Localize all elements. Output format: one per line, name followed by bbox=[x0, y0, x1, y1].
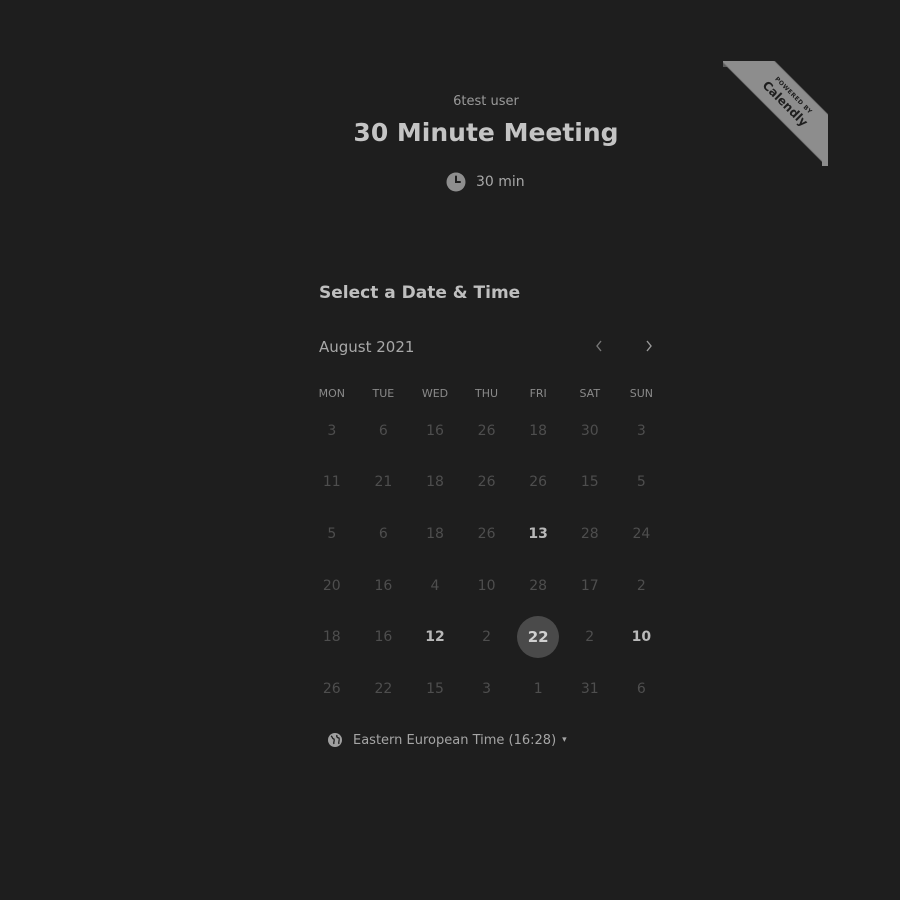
event-duration: 30 min bbox=[446, 172, 525, 192]
calendar-day: 16 bbox=[374, 577, 393, 594]
calendar-day: 15 bbox=[426, 680, 444, 697]
calendar-day: 16 bbox=[374, 629, 393, 646]
calendar-day: 17 bbox=[580, 577, 599, 594]
next-month-button[interactable] bbox=[639, 336, 659, 356]
calendar-day: 26 bbox=[322, 680, 341, 697]
calendar-day: 2 bbox=[585, 629, 595, 646]
calendar-day: 5 bbox=[636, 474, 646, 491]
calendar-day: 3 bbox=[482, 680, 492, 697]
calendar-day: 6 bbox=[378, 525, 388, 542]
month-label: August 2021 bbox=[319, 338, 415, 356]
calendar-day: 20 bbox=[322, 577, 341, 594]
powered-by-calendly-ribbon[interactable]: POWERED BY Calendly bbox=[723, 61, 828, 166]
calendar-day: 18 bbox=[322, 629, 341, 646]
calendar-day: 6 bbox=[378, 422, 388, 439]
calendar-day: 2 bbox=[482, 629, 492, 646]
calendar-day-available[interactable]: 13 bbox=[512, 508, 564, 560]
prev-month-button[interactable] bbox=[589, 336, 609, 356]
timezone-selector[interactable]: Eastern European Time (16:28) ▾ bbox=[327, 732, 567, 748]
calendar-day: 4 bbox=[430, 577, 440, 594]
calendar-day: 18 bbox=[426, 474, 444, 491]
calendar-day: 28 bbox=[529, 577, 548, 594]
calendar-day: 3 bbox=[327, 422, 337, 439]
picker-heading: Select a Date & Time bbox=[319, 283, 521, 303]
calendar-day: 22 bbox=[374, 680, 393, 697]
chevron-right-icon bbox=[646, 340, 652, 352]
calendar-day: 16 bbox=[426, 422, 444, 439]
calendar-day: 10 bbox=[477, 577, 496, 594]
calendar-day: 1 bbox=[533, 680, 543, 697]
weekday-thu: THU bbox=[475, 387, 499, 400]
calendar-day: 15 bbox=[580, 474, 599, 491]
timezone-caret: ▾ bbox=[562, 735, 567, 745]
weekday-tue: TUE bbox=[372, 387, 395, 400]
weekday-fri: FRI bbox=[529, 387, 547, 400]
duration-label: 30 min bbox=[476, 174, 525, 190]
calendar-day: 21 bbox=[374, 474, 393, 491]
clock-icon bbox=[446, 172, 466, 192]
calendar-day-available[interactable]: 12 bbox=[409, 611, 461, 663]
calendar-day: 26 bbox=[477, 422, 496, 439]
calendar-day: 24 bbox=[632, 525, 651, 542]
calendar-day: 18 bbox=[426, 525, 444, 542]
globe-icon bbox=[328, 733, 342, 747]
weekday-wed: WED bbox=[421, 387, 449, 400]
calendar-day-available[interactable]: 10 bbox=[616, 611, 668, 663]
calendar-grid: 3 6 16 26 18 30 3 11 21 18 26 26 15 5 5 6 18 26 13 28 24 20 16… bbox=[306, 405, 667, 715]
ribbon-fold bbox=[822, 160, 828, 166]
calendar-day-selected[interactable]: 22 bbox=[512, 611, 564, 663]
weekday-sun: SUN bbox=[629, 387, 653, 400]
calendar-day: 3 bbox=[636, 422, 646, 439]
calendar-day: 28 bbox=[580, 525, 599, 542]
calendar-day: 26 bbox=[529, 474, 548, 491]
weekday-header: MON TUE WED THU FRI SAT SUN bbox=[306, 387, 667, 400]
selected-day-label: 22 bbox=[517, 616, 560, 659]
weekday-mon: MON bbox=[318, 387, 345, 400]
calendar-day: 2 bbox=[636, 577, 646, 594]
chevron-left-icon bbox=[596, 340, 602, 352]
calendar-day: 18 bbox=[529, 422, 548, 439]
event-owner: 6test user bbox=[453, 94, 519, 109]
ribbon-band: POWERED BY Calendly bbox=[723, 61, 828, 166]
calendar-day: 5 bbox=[327, 525, 337, 542]
calendar-day: 11 bbox=[322, 474, 341, 491]
event-title: 30 Minute Meeting bbox=[353, 118, 619, 147]
calendar-day: 6 bbox=[636, 680, 646, 697]
calendar-day: 31 bbox=[580, 680, 599, 697]
weekday-sat: SAT bbox=[579, 387, 601, 400]
calendar-day: 26 bbox=[477, 474, 496, 491]
calendar-day: 30 bbox=[580, 422, 599, 439]
calendar-day: 26 bbox=[477, 525, 496, 542]
timezone-label: Eastern European Time (16:28) bbox=[353, 732, 557, 748]
booking-page: POWERED BY Calendly 6test user 30 Minute… bbox=[0, 0, 900, 900]
